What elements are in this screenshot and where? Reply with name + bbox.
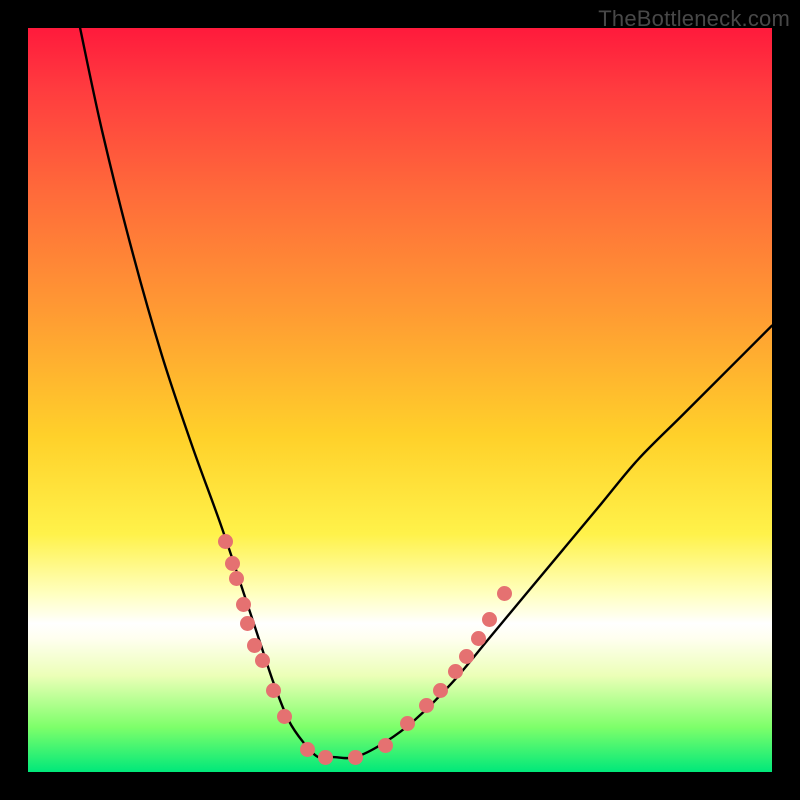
data-marker: [266, 683, 281, 698]
data-marker: [497, 586, 512, 601]
watermark-text: TheBottleneck.com: [598, 6, 790, 32]
data-marker: [419, 698, 434, 713]
data-marker: [277, 709, 292, 724]
data-marker: [482, 612, 497, 627]
data-marker: [218, 534, 233, 549]
data-marker: [318, 750, 333, 765]
gradient-background: [28, 28, 772, 772]
data-marker: [433, 683, 448, 698]
data-marker: [229, 571, 244, 586]
data-marker: [255, 653, 270, 668]
data-marker: [400, 716, 415, 731]
data-marker: [471, 631, 486, 646]
data-marker: [240, 616, 255, 631]
data-marker: [348, 750, 363, 765]
data-marker: [300, 742, 315, 757]
data-marker: [378, 738, 393, 753]
